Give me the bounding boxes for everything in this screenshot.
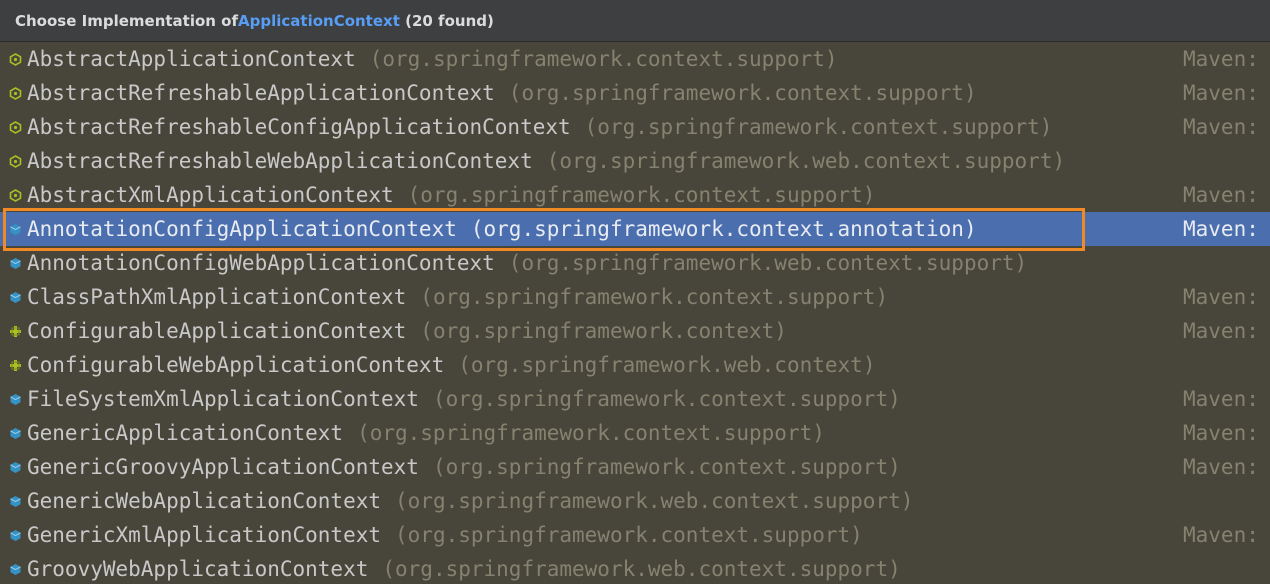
class-name: AbstractRefreshableApplicationContext (27, 81, 495, 105)
maven-source: Maven: (1183, 319, 1259, 343)
list-item[interactable]: AbstractRefreshableWebApplicationContext… (0, 144, 1270, 178)
list-item[interactable]: ConfigurableApplicationContext (org.sprin… (0, 314, 1270, 348)
class-icon (9, 393, 22, 406)
maven-source: Maven: (1183, 115, 1259, 139)
maven-source: Maven: (1183, 183, 1259, 207)
package-name: (org.springframework.web.context.support… (382, 557, 901, 581)
list-item[interactable]: AnnotationConfigApplicationContext (org.s… (0, 212, 1270, 246)
list-item[interactable]: AnnotationConfigWebApplicationContext (or… (0, 246, 1270, 280)
package-name: (org.springframework.context.support) (395, 523, 863, 547)
list-item[interactable]: AbstractRefreshableApplicationContext (or… (0, 76, 1270, 110)
header-prefix: Choose Implementation of (15, 11, 239, 30)
class-icon (9, 291, 22, 304)
list-item[interactable]: GroovyWebApplicationContext (org.springfr… (0, 552, 1270, 584)
package-name: (org.springframework.web.context.support… (546, 149, 1066, 173)
class-icon (9, 495, 22, 508)
class-icon (9, 257, 22, 270)
list-item[interactable]: ConfigurableWebApplicationContext (org.sp… (0, 348, 1270, 382)
choose-implementation-popup: Choose Implementation of ApplicationCont… (0, 0, 1270, 584)
package-name: (org.springframework.context.support) (407, 183, 876, 207)
class-name: GenericApplicationContext (27, 421, 344, 445)
maven-source: Maven: (1183, 285, 1259, 309)
package-name: (org.springframework.web.context.support… (508, 251, 1028, 275)
list-item[interactable]: GenericXmlApplicationContext (org.springf… (0, 518, 1270, 552)
package-name: (org.springframework.context.support) (420, 285, 889, 309)
class-name: GenericWebApplicationContext (27, 489, 382, 513)
maven-source: Maven: (1183, 455, 1259, 479)
list-item[interactable]: FileSystemXmlApplicationContext (org.spri… (0, 382, 1270, 416)
result-count: (20 found) (405, 11, 494, 30)
class-name: GroovyWebApplicationContext (27, 557, 369, 581)
interface-icon (9, 325, 22, 338)
list-item[interactable]: GenericWebApplicationContext (org.springf… (0, 484, 1270, 518)
class-icon (9, 529, 22, 542)
interface-icon (9, 359, 22, 372)
package-name: (org.springframework.web.context.support… (395, 489, 914, 513)
package-name: (org.springframework.context.support) (584, 115, 1053, 139)
class-name: AbstractRefreshableWebApplicationContext (27, 149, 533, 173)
abstract-class-icon (9, 120, 22, 134)
class-name: GenericGroovyApplicationContext (27, 455, 419, 479)
package-name: (org.springframework.context.support) (432, 387, 901, 411)
package-name: (org.springframework.context.support) (369, 47, 838, 71)
abstract-class-icon (9, 188, 22, 202)
package-name: (org.springframework.web.context) (458, 353, 876, 377)
package-name: (org.springframework.context.support) (357, 421, 825, 445)
list-item[interactable]: AbstractApplicationContext (org.springfra… (0, 42, 1270, 76)
abstract-class-icon (9, 52, 22, 66)
class-name: ConfigurableWebApplicationContext (27, 353, 445, 377)
class-name: AbstractApplicationContext (27, 47, 356, 71)
list-item[interactable]: AbstractXmlApplicationContext (org.spring… (0, 178, 1270, 212)
package-name: (org.springframework.context.annotation) (470, 217, 977, 241)
maven-source: Maven: (1183, 387, 1259, 411)
class-icon (9, 427, 22, 440)
class-name: AnnotationConfigWebApplicationContext (27, 251, 495, 275)
class-name: AnnotationConfigApplicationContext (27, 217, 457, 241)
class-icon (9, 223, 22, 236)
list-item[interactable]: ClassPathXmlApplicationContext (org.sprin… (0, 280, 1270, 314)
interface-name[interactable]: ApplicationContext (238, 12, 400, 30)
package-name: (org.springframework.context.support) (432, 455, 901, 479)
maven-source: Maven: (1183, 421, 1259, 445)
maven-source: Maven: (1183, 523, 1259, 547)
maven-source: Maven: org.s (1183, 217, 1270, 241)
list-item[interactable]: GenericApplicationContext (org.springfram… (0, 416, 1270, 450)
implementation-list: AbstractApplicationContext (org.springfra… (0, 42, 1270, 584)
class-name: ConfigurableApplicationContext (27, 319, 407, 343)
class-name: ClassPathXmlApplicationContext (27, 285, 407, 309)
class-name: AbstractRefreshableConfigApplicationCont… (27, 115, 571, 139)
class-name: FileSystemXmlApplicationContext (27, 387, 419, 411)
class-name: GenericXmlApplicationContext (27, 523, 382, 547)
abstract-class-icon (9, 86, 22, 100)
list-item[interactable]: AbstractRefreshableConfigApplicationCont… (0, 110, 1270, 144)
abstract-class-icon (9, 154, 22, 168)
class-icon (9, 563, 22, 576)
maven-source: Maven: (1183, 47, 1259, 71)
class-name: AbstractXmlApplicationContext (27, 183, 394, 207)
class-icon (9, 461, 22, 474)
list-item[interactable]: GenericGroovyApplicationContext (org.spri… (0, 450, 1270, 484)
maven-source: Maven: (1183, 81, 1259, 105)
popup-header: Choose Implementation of ApplicationCont… (0, 0, 1270, 42)
package-name: (org.springframework.context.support) (508, 81, 977, 105)
package-name: (org.springframework.context) (420, 319, 787, 343)
